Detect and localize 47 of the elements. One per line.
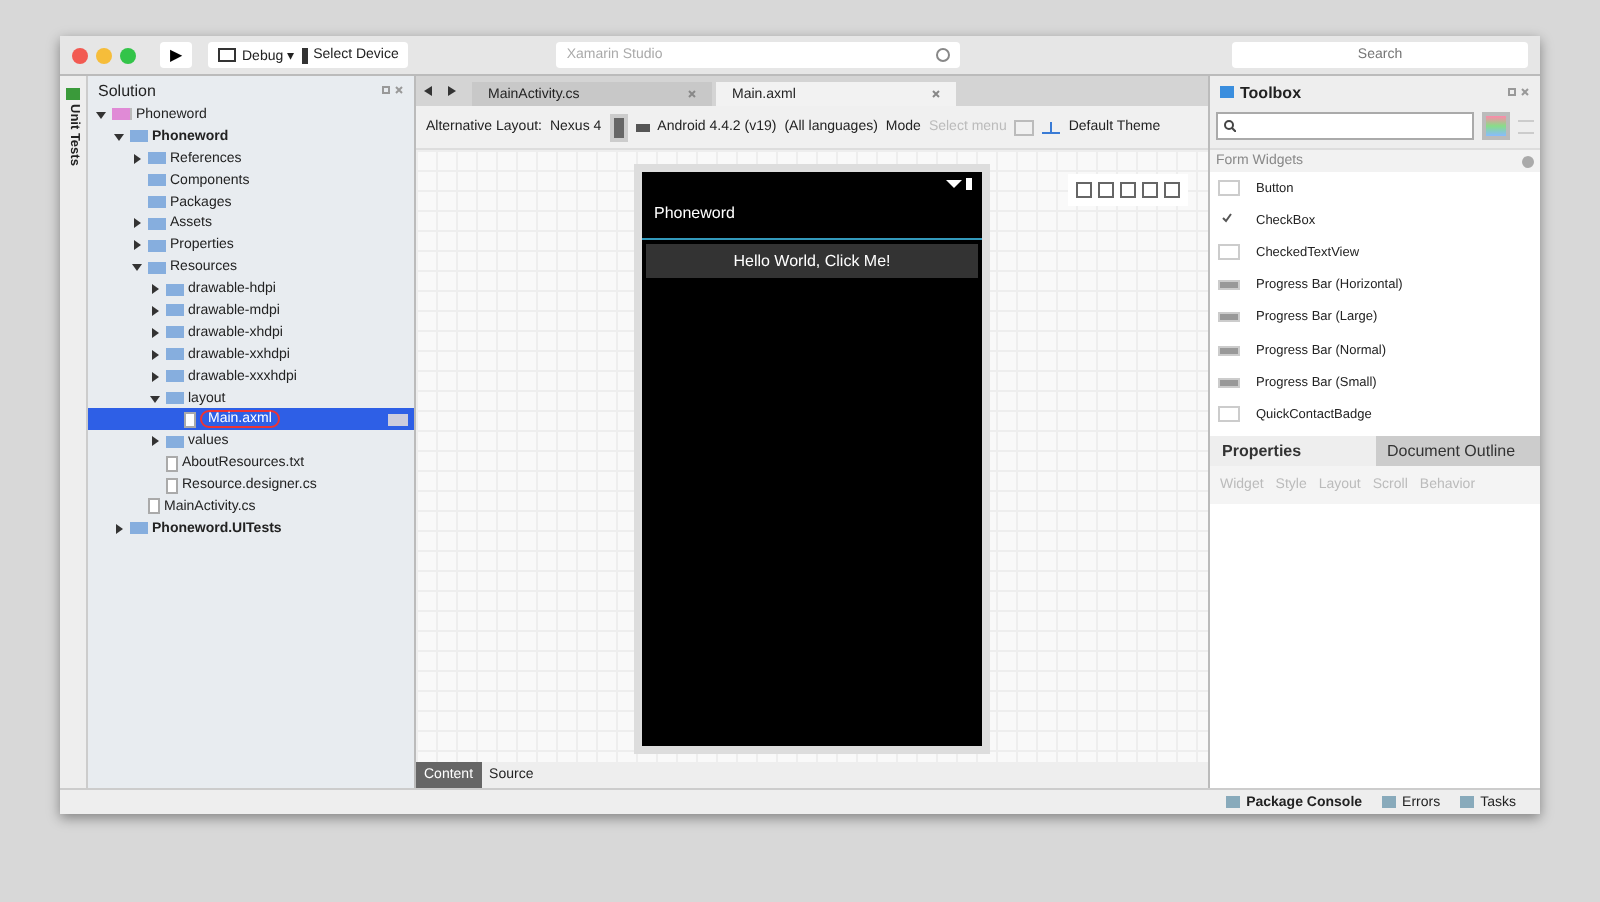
collapsed-arrow-icon[interactable] [114,523,126,534]
widget-icon [1218,280,1240,291]
close-icon[interactable] [72,47,88,63]
pad-tab[interactable]: Properties [1210,435,1375,465]
expanded-arrow-icon[interactable] [96,109,108,120]
widget-icon [1218,244,1240,261]
collapsed-arrow-icon[interactable] [150,327,162,338]
app-title-bar: Phoneword [642,172,982,240]
widget-icon [1218,180,1240,197]
collapsed-arrow-icon[interactable] [150,284,162,295]
wifi-battery-icon [946,178,974,190]
close-icon[interactable] [932,90,940,98]
toolbox-icon [1220,86,1234,98]
portrait-phone-icon[interactable] [609,113,628,141]
theme-icon[interactable] [1042,120,1061,134]
widget-icon [1218,406,1240,423]
collapsed-arrow-icon[interactable] [150,305,162,316]
pad-title: Solution [98,81,156,99]
toggle-icon[interactable] [1014,119,1035,135]
toolbox-search-field[interactable] [1216,112,1474,140]
grid-icon [66,88,80,100]
window-icon [218,48,236,62]
collapsed-arrow-icon[interactable] [132,240,144,251]
run-button[interactable]: ▶ [160,42,192,68]
widget-icon [1218,345,1240,356]
search-icon [1224,120,1236,132]
expanded-arrow-icon[interactable] [150,393,162,404]
hello-button[interactable]: Hello World, Click Me! [646,244,978,278]
expanded-arrow-icon[interactable] [132,262,144,273]
info-icon[interactable] [936,48,951,62]
collapsed-arrow-icon[interactable] [132,218,144,229]
options-icon[interactable] [388,413,408,426]
expanded-arrow-icon[interactable] [114,131,126,142]
collapsed-arrow-icon[interactable] [150,371,162,382]
widget-icon [1218,377,1240,388]
pad-title: Toolbox [1240,83,1302,101]
file-icon [184,411,196,428]
phone-icon [301,47,308,63]
collapsed-arrow-icon[interactable] [132,153,144,164]
color-view-icon[interactable] [1482,112,1510,140]
collapsed-arrow-icon[interactable] [150,349,162,360]
widget-icon [1218,312,1240,323]
collapsed-arrow-icon[interactable] [150,436,162,447]
pad-tab[interactable]: Document Outline [1375,435,1540,465]
folder-icon [130,522,148,535]
folder-icon [166,435,184,448]
landscape-phone-icon[interactable] [635,123,650,131]
